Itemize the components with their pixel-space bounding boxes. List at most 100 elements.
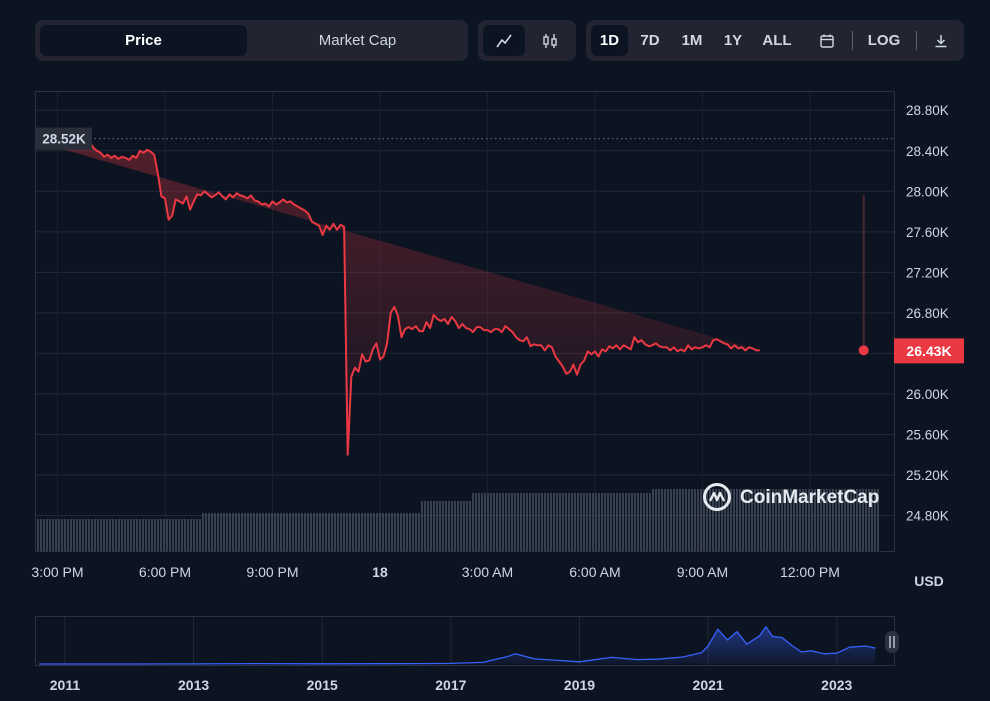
volume-bar	[604, 493, 606, 551]
overview-range-handle[interactable]	[885, 631, 899, 653]
volume-bar	[304, 513, 306, 551]
volume-bar	[616, 493, 618, 551]
volume-bar	[697, 489, 699, 551]
volume-bar	[265, 513, 267, 551]
volume-bar	[364, 513, 366, 551]
volume-bar	[391, 513, 393, 551]
volume-bar	[43, 519, 45, 551]
volume-bar	[517, 493, 519, 551]
volume-bar	[334, 513, 336, 551]
volume-bar	[313, 513, 315, 551]
y-tick-label: 28.00K	[906, 184, 949, 199]
overview-fill	[39, 626, 876, 664]
volume-bar	[418, 513, 420, 551]
volume-bar	[142, 519, 144, 551]
volume-bar	[538, 493, 540, 551]
volume-bar	[532, 493, 534, 551]
volume-bar	[409, 513, 411, 551]
volume-bar	[385, 513, 387, 551]
volume-bar	[340, 513, 342, 551]
volume-bar	[724, 489, 726, 551]
volume-bar	[664, 489, 666, 551]
volume-bar	[124, 519, 126, 551]
volume-bar	[223, 513, 225, 551]
volume-bar	[535, 493, 537, 551]
volume-bar	[232, 513, 234, 551]
volume-bar	[70, 519, 72, 551]
volume-bar	[307, 513, 309, 551]
volume-bar	[487, 493, 489, 551]
volume-bar	[505, 493, 507, 551]
volume-bar	[238, 513, 240, 551]
volume-bar	[253, 513, 255, 551]
x-tick-label: 12:00 PM	[780, 564, 840, 580]
y-tick-label: 28.80K	[906, 103, 949, 118]
volume-bar	[181, 519, 183, 551]
y-tick-label: 28.40K	[906, 144, 949, 159]
volume-bar	[349, 513, 351, 551]
volume-bar	[394, 513, 396, 551]
price-chart[interactable]: 24.80K25.20K25.60K26.00K26.40K26.80K27.2…	[0, 0, 990, 701]
volume-bar	[49, 519, 51, 551]
volume-bar	[655, 489, 657, 551]
volume-bar	[373, 513, 375, 551]
overview-tick-label: 2021	[693, 677, 724, 693]
volume-bar	[481, 493, 483, 551]
x-tick-label: 9:00 AM	[677, 564, 728, 580]
volume-bar	[220, 513, 222, 551]
volume-bar	[376, 513, 378, 551]
volume-bar	[424, 501, 426, 551]
y-tick-label: 26.00K	[906, 387, 949, 402]
overview-tick-label: 2017	[435, 677, 466, 693]
volume-bar	[511, 493, 513, 551]
volume-bar	[325, 513, 327, 551]
volume-bar	[355, 513, 357, 551]
volume-bar	[241, 513, 243, 551]
volume-bar	[97, 519, 99, 551]
volume-bar	[427, 501, 429, 551]
x-tick-label: 6:00 AM	[569, 564, 620, 580]
volume-bar	[130, 519, 132, 551]
volume-bar	[205, 513, 207, 551]
volume-bar	[217, 513, 219, 551]
volume-bar	[157, 519, 159, 551]
volume-bar	[154, 519, 156, 551]
volume-bar	[514, 493, 516, 551]
volume-bar	[115, 519, 117, 551]
volume-bar	[358, 513, 360, 551]
volume-bar	[79, 519, 81, 551]
volume-bar	[163, 519, 165, 551]
volume-bar	[652, 489, 654, 551]
y-tick-label: 26.80K	[906, 306, 949, 321]
volume-bar	[682, 489, 684, 551]
volume-bar	[133, 519, 135, 551]
volume-bar	[733, 489, 735, 551]
volume-bar	[499, 493, 501, 551]
volume-bar	[40, 519, 42, 551]
volume-bar	[139, 519, 141, 551]
overview-tick-label: 2013	[178, 677, 209, 693]
volume-bar	[94, 519, 96, 551]
volume-bar	[610, 493, 612, 551]
overview-tick-label: 2019	[564, 677, 595, 693]
volume-bar	[187, 519, 189, 551]
volume-bar	[400, 513, 402, 551]
high-price-label: 28.52K	[42, 132, 86, 147]
volume-bar	[520, 493, 522, 551]
volume-bar	[91, 519, 93, 551]
volume-bar	[61, 519, 63, 551]
volume-bar	[331, 513, 333, 551]
volume-bar	[568, 493, 570, 551]
volume-bar	[148, 519, 150, 551]
volume-bar	[103, 519, 105, 551]
volume-bar	[397, 513, 399, 551]
volume-bar	[613, 493, 615, 551]
volume-bar	[529, 493, 531, 551]
volume-bar	[457, 501, 459, 551]
volume-bar	[199, 519, 201, 551]
volume-bar	[382, 513, 384, 551]
volume-bar	[301, 513, 303, 551]
volume-bar	[316, 513, 318, 551]
volume-bar	[190, 519, 192, 551]
volume-bar	[580, 493, 582, 551]
